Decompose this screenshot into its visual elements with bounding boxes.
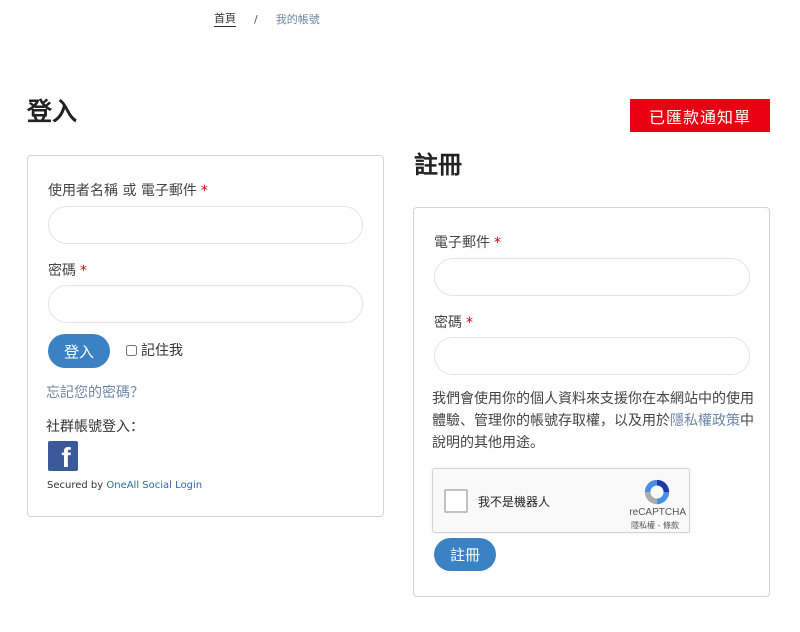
email-label: 電子郵件 *	[434, 232, 501, 252]
social-login-label: 社群帳號登入：	[46, 419, 144, 435]
register-title: 註冊	[414, 151, 462, 179]
remember-me[interactable]: 記住我	[126, 340, 183, 360]
recaptcha-widget: 我不是機器人 reCAPTCHA 隱私權 - 條款	[432, 468, 690, 533]
breadcrumb-current: 我的帳號	[275, 13, 320, 26]
secured-prefix: Secured by	[47, 480, 104, 491]
payment-notice-button[interactable]: 已匯款通知單	[630, 99, 770, 132]
forgot-password-link[interactable]: 忘記您的密碼？	[46, 382, 144, 402]
password-label-text: 密碼	[48, 263, 76, 279]
breadcrumb-home-link[interactable]: 首頁	[214, 12, 236, 27]
facebook-login-icon[interactable]: f	[48, 441, 78, 471]
recaptcha-logo-icon	[644, 479, 670, 505]
recaptcha-brand: reCAPTCHA	[629, 507, 686, 518]
oneall-link[interactable]: OneAll Social Login	[106, 480, 202, 491]
required-mark: *	[494, 235, 501, 251]
login-panel: 使用者名稱 或 電子郵件 * 密碼 * 登入 記住我 忘記您的密碼？ 社群帳號登入：…	[27, 155, 384, 517]
login-title: 登入	[27, 97, 78, 126]
required-mark: *	[80, 263, 87, 279]
remember-me-label: 記住我	[141, 343, 183, 359]
register-panel: 電子郵件 * 密碼 * 我們會使用你的個人資料來支援你在本網站中的使用體驗、管理你的…	[413, 207, 770, 597]
username-label-text: 使用者名稱 或 電子郵件	[48, 183, 197, 199]
register-password-label: 密碼 *	[434, 312, 473, 332]
recaptcha-checkbox[interactable]	[444, 489, 468, 513]
register-button[interactable]: 註冊	[434, 538, 496, 571]
required-mark: *	[200, 183, 208, 199]
privacy-notice: 我們會使用你的個人資料來支援你在本網站中的使用體驗、管理你的帳號存取權，以及用於…	[432, 388, 757, 454]
username-input[interactable]	[48, 206, 363, 244]
login-button[interactable]: 登入	[48, 334, 110, 368]
username-label: 使用者名稱 或 電子郵件 *	[48, 180, 208, 200]
breadcrumb: 首頁 / 我的帳號	[214, 11, 320, 27]
recaptcha-terms-link[interactable]: 隱私權 - 條款	[631, 520, 679, 531]
register-password-label-text: 密碼	[434, 315, 462, 331]
required-mark: *	[466, 315, 473, 331]
privacy-policy-link[interactable]: 隱私權政策	[670, 413, 740, 429]
password-input[interactable]	[48, 285, 363, 323]
recaptcha-label: 我不是機器人	[478, 495, 551, 509]
register-password-input[interactable]	[434, 337, 750, 375]
register-email-input[interactable]	[434, 258, 750, 296]
facebook-glyph: f	[61, 442, 71, 472]
remember-me-checkbox[interactable]	[126, 344, 137, 356]
secured-by-text: Secured by OneAll Social Login	[47, 480, 202, 491]
email-label-text: 電子郵件	[434, 235, 490, 251]
breadcrumb-separator: /	[254, 12, 258, 26]
password-label: 密碼 *	[48, 260, 87, 280]
